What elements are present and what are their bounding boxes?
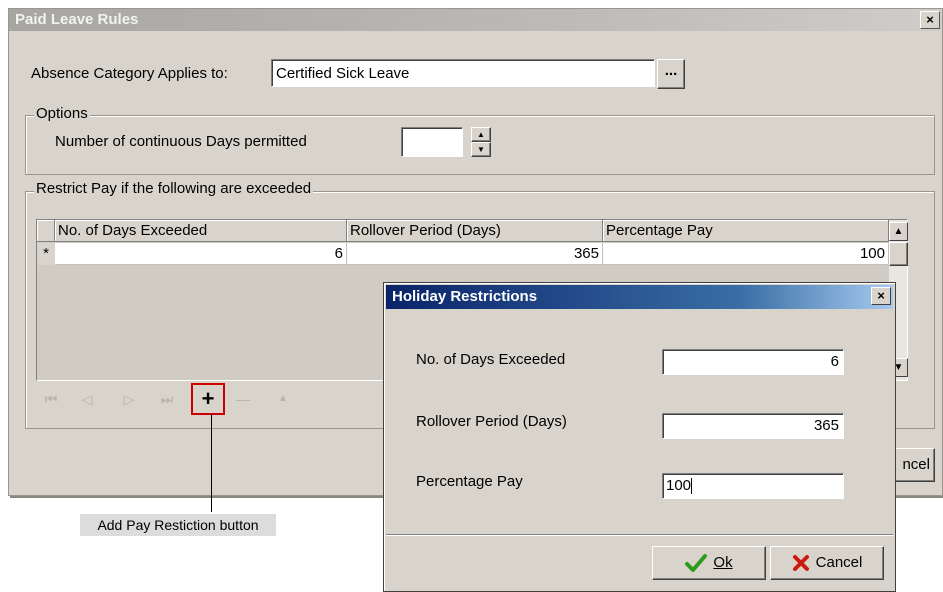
grid-navigator: ⏮ ◁ ▷ ⏭ + — ▲	[39, 383, 299, 415]
row-indicator[interactable]: *	[37, 243, 56, 265]
rollover-input[interactable]: 365	[662, 413, 844, 439]
popup-divider	[386, 534, 893, 535]
last-record-icon[interactable]: ⏭	[155, 389, 179, 409]
spin-down-icon[interactable]: ▼	[471, 142, 491, 157]
absence-category-field[interactable]: Certified Sick Leave	[271, 59, 655, 87]
cell-percentage[interactable]: 100	[603, 243, 889, 265]
callout-line	[211, 414, 212, 512]
scroll-up-icon[interactable]: ▲	[889, 222, 908, 241]
column-header[interactable]: Percentage Pay	[603, 220, 889, 242]
days-exceeded-label: No. of Days Exceeded	[416, 351, 566, 368]
cancel-label: Cancel	[815, 554, 863, 571]
popup-close-button[interactable]: ×	[871, 287, 891, 305]
post-edit-icon[interactable]: ▲	[271, 389, 295, 409]
cell-rollover[interactable]: 365	[347, 243, 603, 265]
continuous-days-input[interactable]	[401, 127, 463, 157]
text-cursor	[691, 478, 693, 495]
row-indicator-header	[37, 220, 55, 242]
checkmark-icon	[685, 554, 708, 572]
holiday-restrictions-dialog: Holiday Restrictions × No. of Days Excee…	[383, 282, 896, 592]
delete-record-icon[interactable]: —	[231, 389, 255, 409]
dialog-title: Paid Leave Rules	[9, 9, 942, 31]
days-exceeded-input[interactable]: 6	[662, 349, 844, 375]
ok-button[interactable]: Ok	[652, 546, 766, 580]
column-header[interactable]: No. of Days Exceeded	[55, 220, 347, 242]
spin-up-icon[interactable]: ▲	[471, 127, 491, 142]
column-header[interactable]: Rollover Period (Days)	[347, 220, 603, 242]
next-record-icon[interactable]: ▷	[117, 389, 141, 409]
continuous-days-label: Number of continuous Days permitted	[55, 133, 307, 150]
add-record-icon[interactable]: +	[196, 388, 220, 410]
continuous-days-spinner[interactable]: ▲ ▼	[471, 127, 491, 157]
browse-button[interactable]: ...	[657, 59, 685, 89]
x-icon	[792, 555, 809, 571]
restrict-pay-legend: Restrict Pay if the following are exceed…	[34, 180, 314, 197]
cell-days-exceeded[interactable]: 6	[55, 243, 347, 265]
percentage-pay-label: Percentage Pay	[416, 473, 523, 490]
absence-category-label: Absence Category Applies to:	[31, 65, 228, 82]
cancel-button[interactable]: Cancel	[770, 546, 884, 580]
callout-label: Add Pay Restiction button	[80, 514, 276, 536]
ok-label: Ok	[713, 554, 733, 571]
first-record-icon[interactable]: ⏮	[39, 389, 63, 409]
popup-title: Holiday Restrictions	[386, 285, 893, 309]
prior-record-icon[interactable]: ◁	[75, 389, 99, 409]
percentage-pay-value: 100	[666, 477, 692, 494]
options-legend: Options	[34, 105, 90, 122]
scroll-thumb[interactable]	[889, 242, 908, 266]
rollover-label: Rollover Period (Days)	[416, 413, 567, 430]
close-button[interactable]: ×	[920, 11, 940, 29]
percentage-pay-input[interactable]: 100	[662, 473, 844, 499]
